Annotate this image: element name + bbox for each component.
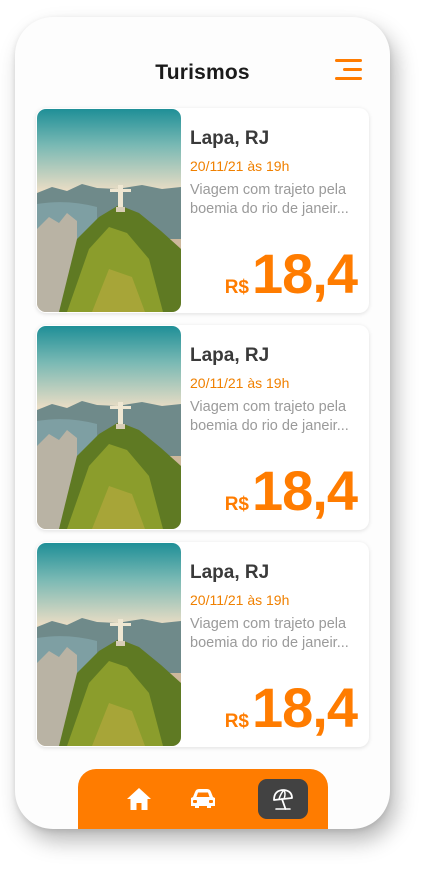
card-date: 20/11/21 às 19h xyxy=(190,592,290,608)
phone-frame: Turismos Lapa, RJ 20/11/21 às 19h Viagem… xyxy=(15,17,390,829)
card-description-line: Viagem com trajeto pela xyxy=(190,182,347,198)
tour-image xyxy=(37,543,181,746)
card-description-line: Viagem com trajeto pela xyxy=(190,399,347,415)
nav-home-button[interactable] xyxy=(114,779,164,819)
tour-card[interactable]: Lapa, RJ 20/11/21 às 19h Viagem com traj… xyxy=(36,325,369,530)
card-description: Viagem com trajeto pela boemia do rio de… xyxy=(190,181,362,219)
price-value: 18,4 xyxy=(252,459,358,522)
tour-card[interactable]: Lapa, RJ 20/11/21 às 19h Viagem com traj… xyxy=(36,108,369,313)
card-title: Lapa, RJ xyxy=(190,345,270,366)
card-description-line: boemia do rio de janeir... xyxy=(190,201,349,217)
tour-image xyxy=(37,109,181,312)
tour-card[interactable]: Lapa, RJ 20/11/21 às 19h Viagem com traj… xyxy=(36,542,369,747)
price: R$ 18,4 xyxy=(224,242,358,305)
currency-label: R$ xyxy=(224,494,249,515)
price-value: 18,4 xyxy=(252,676,358,739)
card-date: 20/11/21 às 19h xyxy=(190,158,290,174)
car-icon xyxy=(191,789,215,808)
nav-tourism-button[interactable] xyxy=(258,779,308,819)
card-description: Viagem com trajeto pela boemia do rio de… xyxy=(190,398,362,436)
card-description: Viagem com trajeto pela boemia do rio de… xyxy=(190,615,362,653)
bottom-nav xyxy=(78,769,328,829)
card-title: Lapa, RJ xyxy=(190,128,270,149)
nav-car-button[interactable] xyxy=(178,779,228,819)
price: R$ 18,4 xyxy=(224,676,358,739)
card-description-line: boemia do rio de janeir... xyxy=(190,635,349,651)
menu-icon[interactable] xyxy=(332,59,362,83)
price-value: 18,4 xyxy=(252,242,358,305)
home-icon xyxy=(127,788,151,810)
card-title: Lapa, RJ xyxy=(190,562,270,583)
tour-image xyxy=(37,326,181,529)
currency-label: R$ xyxy=(224,711,249,732)
currency-label: R$ xyxy=(224,277,249,298)
card-description-line: Viagem com trajeto pela xyxy=(190,616,347,632)
beach-umbrella-icon xyxy=(273,789,293,810)
card-date: 20/11/21 às 19h xyxy=(190,375,290,391)
card-description-line: boemia do rio de janeir... xyxy=(190,418,349,434)
price: R$ 18,4 xyxy=(224,459,358,522)
